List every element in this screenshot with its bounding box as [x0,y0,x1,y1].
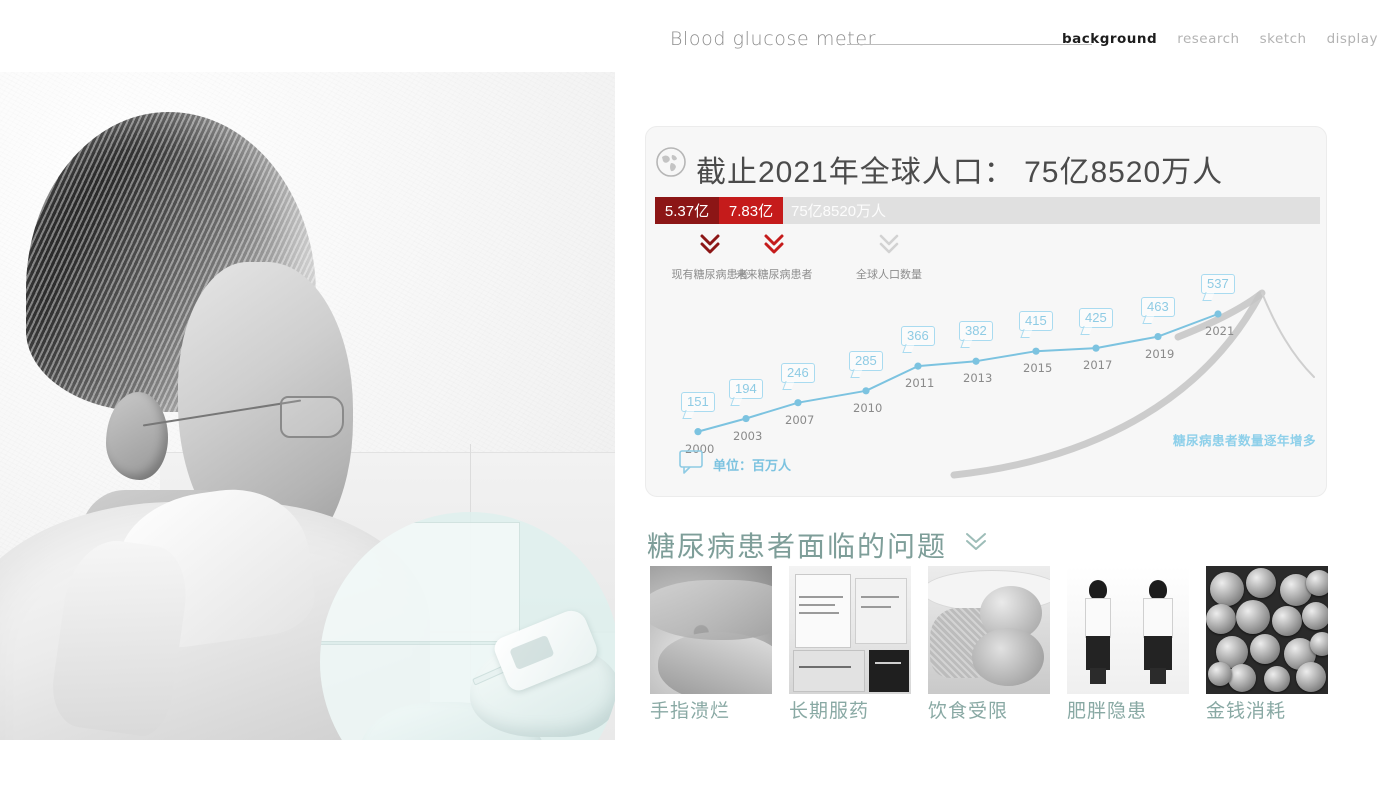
top-nav: background research sketch display [1062,31,1378,47]
problem-captions: 手指溃烂 长期服药 饮食受限 肥胖隐患 金钱消耗 [650,696,1340,723]
thumbnail-money[interactable] [1206,566,1328,694]
coin [1250,634,1280,664]
bar-segment-world-population: 75亿8520万人 [791,203,887,220]
elderly-man-head [10,112,353,610]
thumbnail-finger-prick[interactable] [650,566,772,694]
chart-label-tail [850,368,863,378]
bar-segment-current-diabetics: 5.37亿 [655,197,719,224]
coin [1236,600,1270,634]
chart-year-label-2003: 2003 [733,428,763,443]
thumbnail-medicine[interactable] [789,566,911,694]
chart-label-tail [682,409,695,419]
chart-label-tail [1142,314,1155,324]
chart-year-label-2019: 2019 [1145,346,1175,361]
nav-item-research[interactable]: research [1177,31,1239,47]
chevron-double-down-icon [700,234,720,254]
glasses-lens [280,396,344,438]
ear [106,392,168,480]
chart-year-label-2013: 2013 [963,371,993,386]
caption-diet-restriction: 饮食受限 [928,701,1009,722]
coin [1246,568,1276,598]
unit-label: 单位：百万人 [713,458,792,473]
chart-value-label-2007: 246 [781,362,815,383]
chart-label-tail [960,339,973,349]
chart-label-tail [1080,326,1093,336]
page-header: Blood glucose meter background research … [0,0,1400,70]
page-title: Blood glucose meter [670,28,877,50]
chart-year-label-2007: 2007 [785,412,815,427]
globe-icon [655,146,687,178]
chart-label-tail [730,396,743,406]
caption-obesity-risk: 肥胖隐患 [1067,701,1148,722]
coin [1210,572,1244,606]
chart-year-label-2011: 2011 [905,376,935,391]
slide-root: Blood glucose meter background research … [0,0,1400,788]
coin [1302,602,1328,630]
coin [1228,664,1256,692]
marker-world-population: 全球人口数量 [841,231,937,282]
thumbnail-obesity[interactable] [1067,566,1189,694]
chart-value-label-2019: 463 [1141,296,1175,317]
nav-item-background[interactable]: background [1062,31,1157,47]
population-stat-card: 截止2021年全球人口： 75亿8520万人 5.37亿 7.83亿 75亿85… [645,126,1327,497]
chevron-double-down-icon [764,234,784,254]
coin [1272,606,1302,636]
hero-photo [0,72,615,740]
caption-long-term-medication: 长期服药 [789,701,870,722]
chart-value-label-2010: 285 [849,350,883,371]
chart-label-tail [902,344,915,354]
section-title-problems: 糖尿病患者面临的问题 [647,531,948,562]
coin [1206,604,1236,634]
chart-year-label-2015: 2015 [1023,361,1053,376]
chart-label-tail [1202,292,1215,301]
chart-year-label-2017: 2017 [1083,358,1113,373]
header-divider [847,44,1092,45]
chart-year-label-2021: 2021 [1205,324,1235,338]
thumbnail-food[interactable] [928,566,1050,694]
chart-year-label-2010: 2010 [853,400,883,415]
population-bar: 5.37亿 7.83亿 75亿8520万人 [655,197,1320,224]
chart-value-label-2000: 151 [681,391,715,412]
caption-money-cost: 金钱消耗 [1206,701,1287,722]
coin [1208,662,1232,686]
chart-label-tail [782,380,795,390]
chart-value-label-2003: 194 [729,378,763,399]
marker-future-diabetics: 未来糖尿病患者 [726,231,822,282]
coin [1296,662,1326,692]
chevron-double-down-icon [962,530,990,554]
coin [1264,666,1290,692]
trend-annotation: 糖尿病患者数量逐年增多 [1172,434,1316,448]
card-title: 截止2021年全球人口： 75亿8520万人 [696,156,1224,189]
chevron-double-down-icon [879,234,899,254]
chart-label-tail [1020,329,1033,339]
bar-segment-future-diabetics: 7.83亿 [719,197,783,224]
coin [1310,632,1328,656]
speech-bubble-icon [678,449,706,475]
overlay-meter-screen [509,634,555,671]
problem-thumbnails [650,566,1330,694]
coin [1306,570,1328,596]
nav-item-display[interactable]: display [1327,31,1378,47]
overlay-drawer-upper [320,522,520,642]
caption-finger-ulcer: 手指溃烂 [650,701,731,722]
nav-item-sketch[interactable]: sketch [1260,31,1307,47]
